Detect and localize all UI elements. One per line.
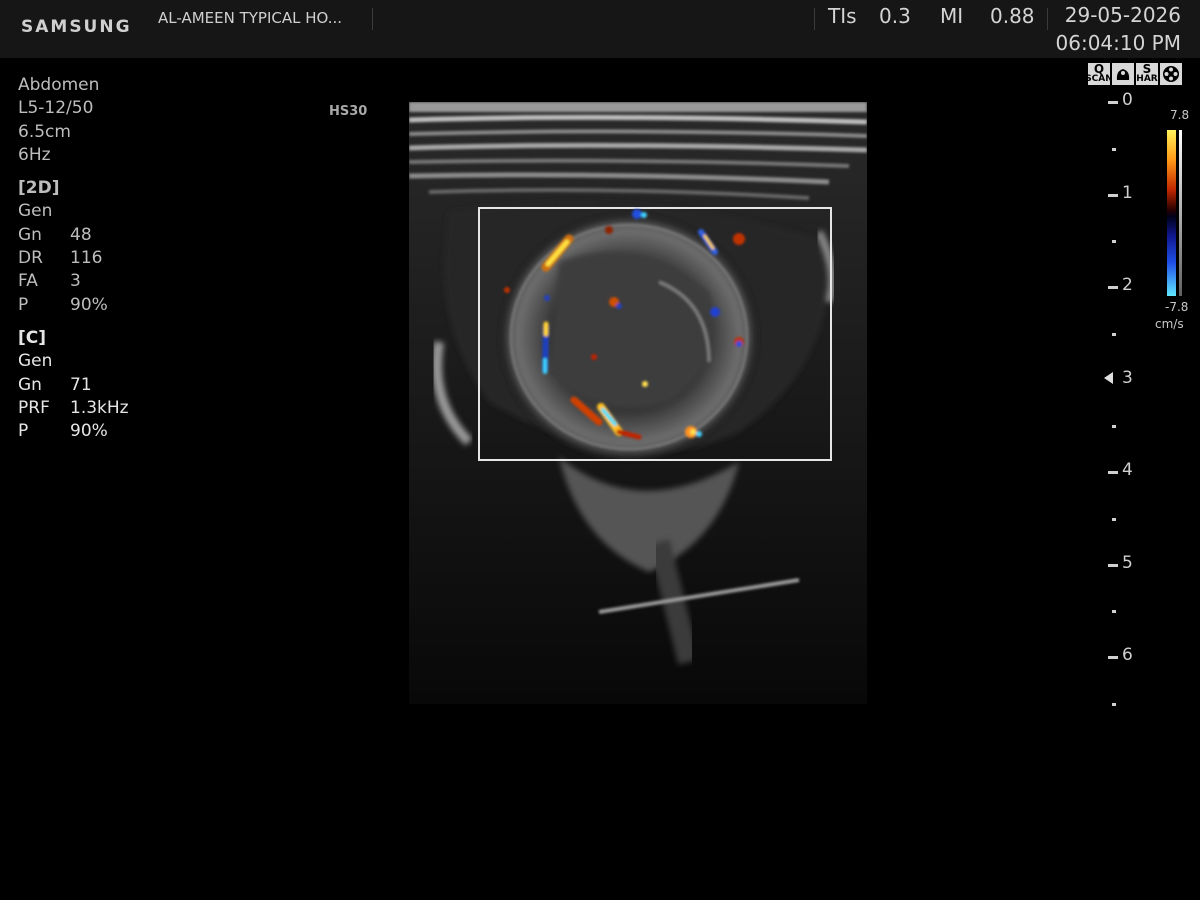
qscan-text: SCAN xyxy=(1085,74,1113,84)
depth-tick xyxy=(1112,425,1116,428)
depth-tick xyxy=(1112,240,1116,243)
mi-label: MI xyxy=(940,4,964,28)
param-value: 90% xyxy=(70,294,108,315)
depth-tick xyxy=(1112,518,1116,521)
depth-label: 4 xyxy=(1122,460,1133,480)
param-row: FA 3 xyxy=(18,270,129,293)
divider xyxy=(372,8,373,30)
param-key: DR xyxy=(18,248,43,269)
probe-icon[interactable] xyxy=(1112,63,1134,85)
param-key: FA xyxy=(18,271,38,292)
preset-label: Abdomen xyxy=(18,75,100,95)
param-value: 3 xyxy=(70,271,81,292)
depth-label: 2 xyxy=(1122,275,1133,295)
tis-label: TIs xyxy=(828,4,857,28)
param-row: P 90% xyxy=(18,420,129,443)
param-value: 116 xyxy=(70,248,103,269)
brand-logo: SAMSUNG xyxy=(21,17,132,37)
depth-tick xyxy=(1108,286,1118,289)
depth-tick xyxy=(1108,656,1118,659)
color-bar-max: 7.8 xyxy=(1170,108,1190,122)
mi-value: 0.88 xyxy=(990,4,1035,28)
param-row: Gn 48 xyxy=(18,224,129,247)
param-key: P xyxy=(18,421,29,442)
depth-tick xyxy=(1108,564,1118,567)
divider xyxy=(814,8,815,30)
param-value: 1.3kHz xyxy=(70,397,129,418)
grayscale-bar xyxy=(1179,130,1182,296)
qscan-icon[interactable]: Q SCAN xyxy=(1085,63,1113,85)
ultrasound-image[interactable] xyxy=(409,102,867,704)
divider xyxy=(1047,8,1048,30)
depth-tick xyxy=(1108,101,1118,104)
depth-label: 0 xyxy=(1122,90,1133,110)
param-value: 90% xyxy=(70,421,108,442)
depth-tick xyxy=(1108,194,1118,197)
color-velocity-bar xyxy=(1167,130,1176,296)
exam-date: 29-05-2026 xyxy=(1064,3,1181,27)
top-bar: SAMSUNG AL-AMEEN TYPICAL HO... TIs 0.3 M… xyxy=(0,0,1200,58)
depth-label: 3 xyxy=(1122,368,1133,388)
film-reel-icon[interactable] xyxy=(1160,63,1182,85)
hospital-name[interactable]: AL-AMEEN TYPICAL HO... xyxy=(158,9,342,27)
depth-scale: 0 1 2 3 4 5 6 xyxy=(1100,90,1140,710)
mode-2d-map: Gen xyxy=(18,201,53,222)
depth-label: 5 xyxy=(1122,553,1133,573)
depth-tick xyxy=(1108,471,1118,474)
tis-value: 0.3 xyxy=(879,4,911,28)
depth-tick xyxy=(1112,333,1116,336)
mode-c-map: Gen xyxy=(18,351,53,372)
exam-time: 06:04:10 PM xyxy=(1055,31,1182,55)
param-value: 71 xyxy=(70,374,92,395)
param-key: P xyxy=(18,294,29,315)
ultrasound-render xyxy=(409,102,867,704)
depth-tick xyxy=(1112,610,1116,613)
param-row: P 90% xyxy=(18,294,129,317)
param-key: Gn xyxy=(18,224,42,245)
param-row: DR 116 xyxy=(18,247,129,270)
param-row: PRF 1.3kHz xyxy=(18,397,129,420)
probe-label: L5-12/50 xyxy=(18,98,94,119)
param-key: Gn xyxy=(18,374,42,395)
depth-tick xyxy=(1112,148,1116,151)
depth-label: 1 xyxy=(1122,183,1133,203)
color-bar-unit: cm/s xyxy=(1155,317,1184,331)
param-row: Gn 71 xyxy=(18,374,129,397)
hs-label: HS30 xyxy=(329,104,368,119)
depth-label: 6 xyxy=(1122,645,1133,665)
color-bar-min: -7.8 xyxy=(1165,300,1189,314)
frame-rate-label: 6Hz xyxy=(18,144,51,165)
harmonic-icon[interactable]: S HAR xyxy=(1136,63,1158,85)
parameter-panel: Abdomen L5-12/50 6.5cm 6Hz [2D] Gen Gn 48… xyxy=(18,74,129,443)
harmonic-text: HAR xyxy=(1136,74,1158,84)
depth-tick xyxy=(1112,703,1116,706)
focus-arrow-icon[interactable] xyxy=(1104,372,1113,384)
mode-c-title: [C] xyxy=(18,327,47,348)
mode-icons: Q SCAN S HAR xyxy=(1085,63,1182,85)
mode-2d-title: [2D] xyxy=(18,178,60,199)
param-key: PRF xyxy=(18,397,50,418)
depth-label: 6.5cm xyxy=(18,121,71,142)
param-value: 48 xyxy=(70,224,92,245)
